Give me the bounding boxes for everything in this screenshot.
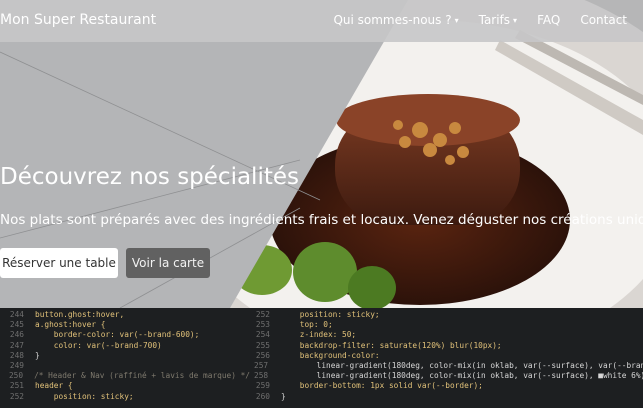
hero-subtitle: Nos plats sont préparés avec des ingrédi… [0, 212, 643, 228]
code-editor: 244 button.ghost:hover, 245 a.ghost:hover … [0, 308, 643, 408]
code-line: 255 backdrop-filter: saturate(120%) blur… [250, 341, 643, 351]
site-header: Mon Super Restaurant Qui sommes-nous ? ▾… [0, 0, 643, 42]
nav-item-label: FAQ [537, 13, 561, 27]
code-text[interactable]: header { [24, 381, 73, 391]
code-text[interactable]: border-color: var(--brand-600); [24, 330, 200, 340]
line-number: 252 [255, 310, 270, 319]
code-pane-left: 244 button.ghost:hover, 245 a.ghost:hover … [0, 310, 250, 402]
code-line: 244 button.ghost:hover, [0, 310, 250, 320]
view-menu-button[interactable]: Voir la carte [126, 248, 210, 278]
code-line: 253 top: 0; [250, 320, 643, 330]
code-line: 260} [250, 392, 643, 402]
code-text[interactable]: top: 0; [270, 320, 333, 330]
code-line: 247 color: var(--brand-700) [0, 341, 250, 351]
nav-item-qui-sommes-nous[interactable]: Qui sommes-nous ? ▾ [333, 13, 458, 27]
nav-item-tarifs[interactable]: Tarifs ▾ [479, 13, 517, 27]
code-text[interactable]: position: sticky; [270, 310, 380, 320]
code-pane-right: 252 position: sticky; 253 top: 0; 254 z-… [250, 310, 643, 402]
hero-title: Découvrez nos spécialités [0, 164, 299, 190]
code-text[interactable]: backdrop-filter: saturate(120%) blur(10p… [270, 341, 502, 351]
code-line: 252 position: sticky; [250, 310, 643, 320]
line-number: 244 [9, 310, 24, 319]
line-number: 255 [255, 340, 270, 350]
code-comment[interactable]: /* Header & Nav (raffiné + lavis de marq… [23, 371, 250, 381]
code-text[interactable]: border-bottom: 1px solid var(--border); [270, 381, 483, 391]
line-number: 249 [9, 361, 24, 371]
code-text[interactable] [24, 361, 35, 371]
nav-item-label: Tarifs [478, 13, 511, 27]
code-line: 248} [0, 351, 250, 361]
code-text[interactable]: linear-gradient(180deg, color-mix(in okl… [268, 361, 643, 371]
code-text[interactable]: a.ghost:hover { [24, 320, 105, 330]
code-line: 257 linear-gradient(180deg, color-mix(in… [250, 361, 643, 371]
line-number: 252 [9, 391, 24, 401]
code-text[interactable]: color: var(--brand-700) [24, 341, 162, 351]
line-number: 259 [255, 381, 270, 391]
code-line: 252 position: sticky; [0, 392, 250, 402]
line-number: 254 [255, 330, 270, 340]
line-number: 258 [254, 371, 269, 381]
line-number: 245 [9, 320, 24, 330]
main-nav: Qui sommes-nous ? ▾ Tarifs ▾ FAQ Contact [333, 13, 627, 27]
nav-item-contact[interactable]: Contact [580, 13, 627, 27]
code-line: 256 background-color: [250, 351, 643, 361]
code-line: 249 [0, 361, 250, 371]
line-number: 256 [255, 350, 270, 360]
brand-logo-text[interactable]: Mon Super Restaurant [0, 12, 156, 28]
code-line: 259 border-bottom: 1px solid var(--borde… [250, 381, 643, 391]
line-number: 246 [9, 330, 24, 340]
code-line: 251 header { [0, 381, 250, 391]
code-line: 254 z-index: 50; [250, 330, 643, 340]
code-text[interactable]: position: sticky; [24, 392, 134, 402]
code-text[interactable]: linear-gradient(180deg, color-mix(in okl… [268, 371, 643, 381]
nav-item-label: Contact [580, 13, 627, 27]
line-number: 250 [8, 371, 24, 381]
code-line: 250/* Header & Nav (raffiné + lavis de m… [0, 371, 250, 381]
code-line: 245 a.ghost:hover { [0, 320, 250, 330]
line-number: 251 [9, 381, 24, 391]
line-number: 247 [9, 340, 24, 350]
hero-section: Mon Super Restaurant Qui sommes-nous ? ▾… [0, 0, 643, 308]
chevron-down-icon: ▾ [513, 15, 518, 25]
code-text[interactable]: z-index: 50; [270, 330, 356, 340]
line-number: 248 [9, 350, 24, 360]
code-text[interactable]: button.ghost:hover, [24, 310, 124, 320]
code-line: 258 linear-gradient(180deg, color-mix(in… [250, 371, 643, 381]
reserve-table-button[interactable]: Réserver une table [0, 248, 118, 278]
code-text[interactable]: } [270, 392, 286, 402]
line-number: 253 [255, 320, 270, 330]
code-line: 246 border-color: var(--brand-600); [0, 330, 250, 340]
line-number: 257 [254, 361, 269, 371]
line-number: 260 [255, 391, 270, 401]
nav-item-label: Qui sommes-nous ? [333, 13, 452, 27]
nav-item-faq[interactable]: FAQ [537, 13, 560, 27]
code-text[interactable]: background-color: [270, 351, 380, 361]
code-text[interactable]: } [24, 351, 40, 361]
chevron-down-icon: ▾ [454, 15, 459, 25]
